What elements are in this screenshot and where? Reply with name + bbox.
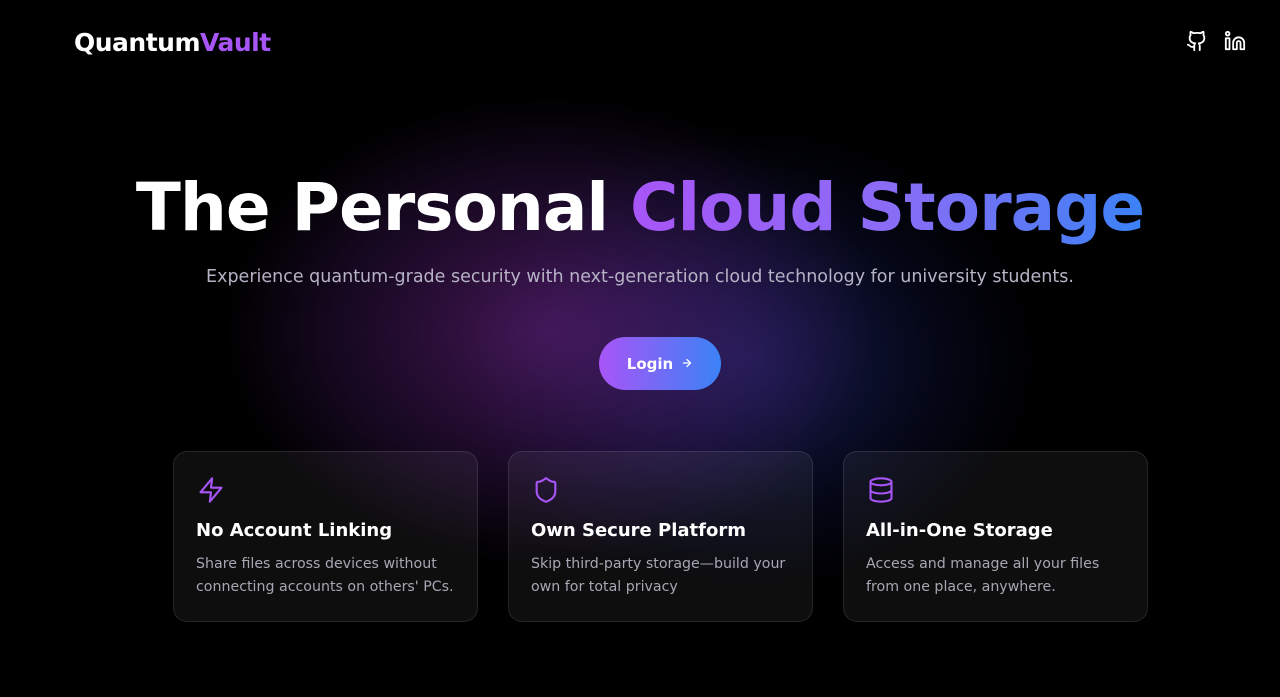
hero-subtitle: Experience quantum-grade security with n… [206, 267, 1074, 287]
site-header: QuantumVault [0, 0, 1280, 90]
database-icon [867, 476, 895, 504]
github-link[interactable] [1184, 30, 1210, 56]
feature-title: All-in-One Storage [866, 520, 1053, 541]
hero-title-gradient: Cloud Storage [630, 169, 1145, 246]
landing-page: QuantumVault The Personal Cloud Storage [0, 0, 1280, 697]
feature-title: Own Secure Platform [531, 520, 746, 541]
lightning-icon [197, 476, 225, 504]
logo-primary: Quantum [74, 28, 201, 57]
logo[interactable]: QuantumVault [74, 28, 271, 57]
hero-title: The Personal Cloud Storage [0, 168, 1280, 248]
login-button-label: Login [626, 354, 674, 373]
hero-title-plain: The Personal [135, 169, 609, 246]
arrow-right-icon [681, 355, 693, 373]
linkedin-icon [1224, 30, 1246, 56]
feature-description: Share files across devices without conne… [196, 556, 454, 595]
feature-title: No Account Linking [196, 520, 393, 541]
logo-accent: Vault [200, 28, 271, 57]
linkedin-link[interactable] [1222, 30, 1248, 56]
feature-card-own-secure-platform: Own Secure Platform Skip third-party sto… [508, 451, 813, 622]
feature-card-no-account-linking: No Account Linking Share files across de… [173, 451, 478, 622]
feature-card-all-in-one-storage: All-in-One Storage Access and manage all… [843, 451, 1148, 622]
feature-description: Access and manage all your files from on… [866, 556, 1100, 595]
login-button[interactable]: Login [599, 337, 721, 390]
feature-description: Skip third-party storage—build your own … [531, 556, 786, 595]
shield-icon [532, 476, 560, 504]
github-icon [1186, 30, 1208, 56]
